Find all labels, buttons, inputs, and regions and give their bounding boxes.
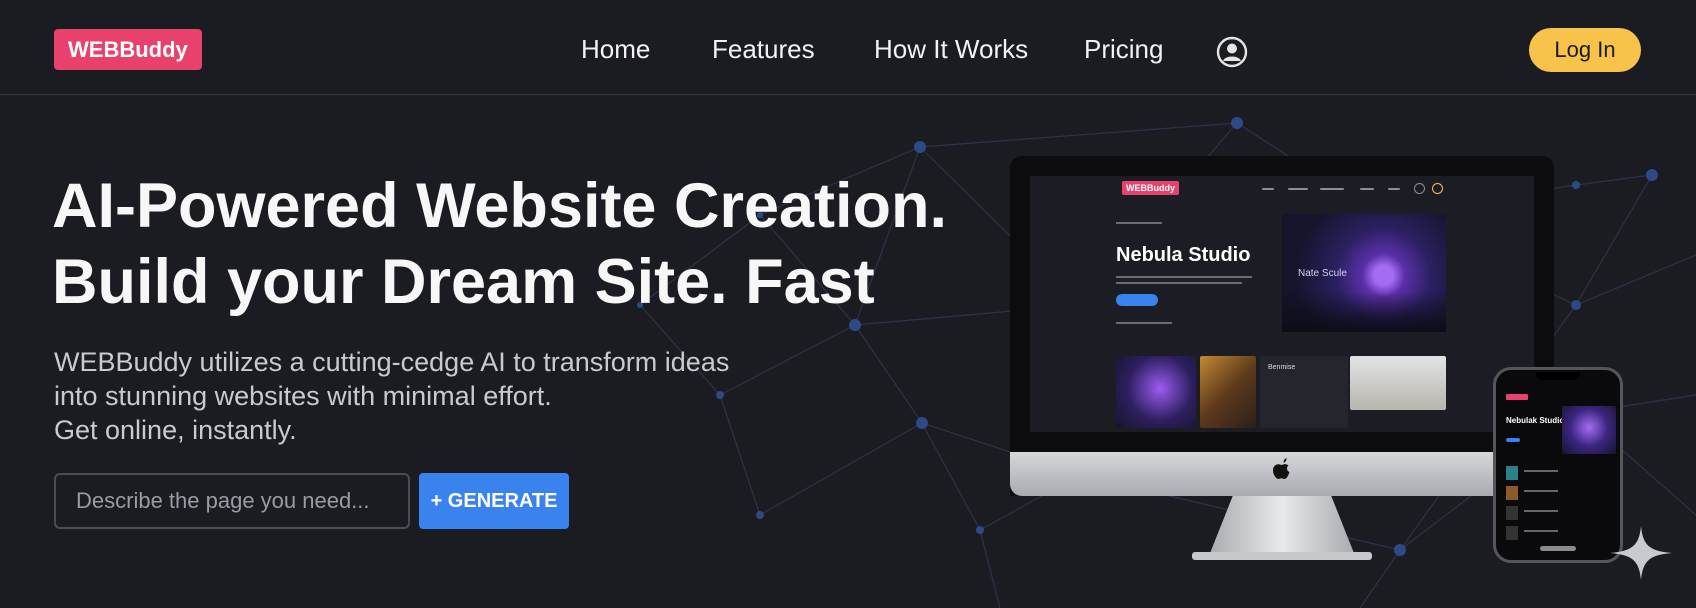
phone-preview-row [1506,466,1614,480]
nav-features-link[interactable]: Features [712,34,815,65]
preview-card-title: Benmise [1268,364,1296,371]
nav-home-link[interactable]: Home [581,34,650,65]
preview-logo: WEBBuddy [1122,181,1179,195]
generate-button[interactable]: + GENERATE [419,473,569,529]
preview-text-line [1116,282,1242,284]
hero-title: AI-Powered Website Creation. Build your … [52,168,947,320]
preview-card-image [1116,356,1196,428]
preview-button [1116,294,1158,306]
preview-user-icon [1414,183,1425,194]
phone-preview-image [1562,406,1616,454]
phone-preview-logo [1506,394,1528,400]
preview-navbar [1030,176,1534,202]
nav-pricing-link[interactable]: Pricing [1084,34,1163,65]
apple-logo-icon [1273,458,1290,479]
brand-logo[interactable]: WEBBuddy [54,29,202,70]
page-description-input[interactable] [54,473,410,529]
phone-preview-title: Nebulak Studio [1506,416,1565,425]
preview-city-silhouette [1282,292,1446,332]
hero-title-line-2: Build your Dream Site. Fast [52,247,875,317]
phone-preview-row [1506,506,1614,520]
preview-kicker [1116,222,1162,224]
desktop-screen-preview: WEBBuddy Nebula Studio Nate Scule Benmis… [1030,176,1534,432]
preview-text-line [1116,322,1172,324]
sparkle-icon [1610,526,1672,580]
preview-hero-image: Nate Scule [1282,214,1446,332]
hero-title-line-1: AI-Powered Website Creation. [52,171,948,241]
monitor-foot [1192,552,1372,560]
phone-mockup: Nebulak Studio [1493,367,1623,563]
nav-how-it-works-link[interactable]: How It Works [874,34,1028,65]
preview-image-caption: Nate Scule [1298,268,1347,279]
preview-login-icon [1432,183,1443,194]
preview-title: Nebula Studio [1116,244,1251,266]
phone-preview-row [1506,526,1614,540]
preview-text-line [1116,276,1252,278]
phone-preview-button [1506,438,1520,442]
hero-subtitle-line-3: Get online, instantly. [54,415,297,445]
hero-subtitle-line-1: WEBBuddy utilizes a cutting-cedge AI to … [54,347,730,377]
user-circle-icon[interactable] [1216,36,1248,68]
phone-notch [1536,372,1580,380]
preview-card-image [1200,356,1256,428]
hero-subtitle-line-2: into stunning websites with minimal effo… [54,381,552,411]
hero-subtitle: WEBBuddy utilizes a cutting-cedge AI to … [54,345,729,447]
login-button[interactable]: Log In [1529,28,1641,72]
top-navbar: WEBBuddy Home Features How It Works Pric… [0,0,1696,95]
phone-preview-row [1506,486,1614,500]
phone-home-indicator [1540,546,1576,551]
preview-card-image [1350,356,1446,410]
